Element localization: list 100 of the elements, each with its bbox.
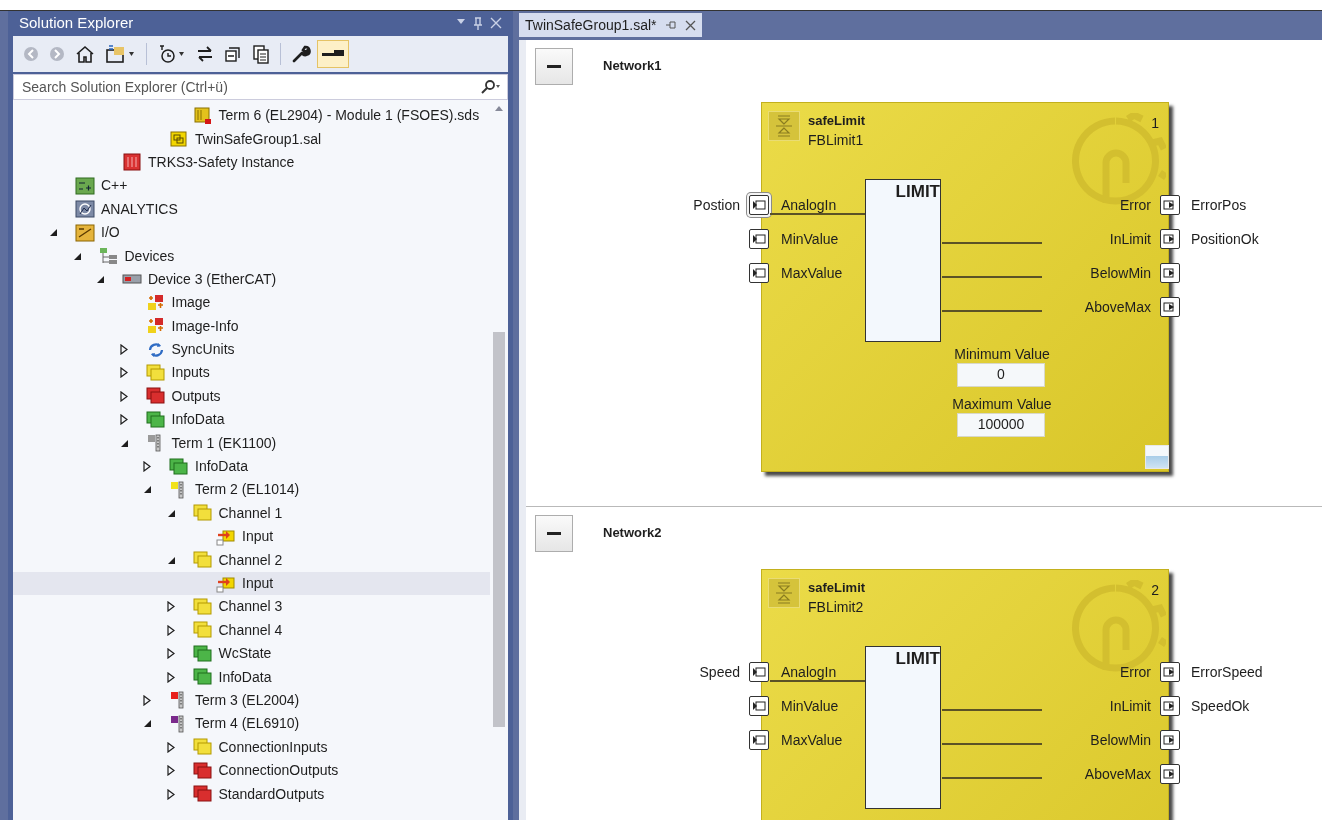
tree-item[interactable]: TwinSafeGroup1.sal (13, 127, 490, 151)
tree-item[interactable]: I/O (13, 220, 490, 245)
tree-item[interactable]: Outputs (13, 384, 490, 409)
tree-item[interactable]: Devices (13, 244, 490, 268)
analytics-icon (75, 200, 95, 219)
block-type: safeLimit (808, 579, 866, 597)
tree-item[interactable]: Channel 4 (13, 618, 490, 642)
collapsed-arrow-icon (119, 367, 128, 379)
caret-icon (177, 50, 186, 58)
tree-item[interactable]: Input (13, 571, 490, 596)
collapsed-arrow-icon (166, 624, 175, 636)
output-port-icon (1163, 700, 1177, 712)
tree-item[interactable]: ConnectionOutputs (13, 758, 490, 783)
tree-item[interactable]: Channel 2 (13, 548, 490, 572)
output-pin[interactable] (1160, 229, 1180, 249)
folder-group-icon (192, 785, 213, 803)
folder-icon (105, 44, 127, 64)
image-process-icon (145, 317, 166, 336)
preview-pane-button[interactable] (317, 40, 349, 68)
folder-group-icon (192, 668, 213, 687)
minus-icon (547, 64, 561, 69)
tree-item[interactable]: Channel 1 (13, 501, 490, 526)
input-port-icon (752, 700, 766, 712)
port-label: Error (1119, 196, 1151, 215)
function-name: LIMIT (894, 181, 940, 203)
output-pin[interactable] (1160, 662, 1180, 682)
block-instance: FBLimit1 (808, 131, 864, 150)
output-port-icon (1163, 301, 1177, 313)
tree-item[interactable]: WcState (13, 642, 490, 666)
tree-item[interactable]: ANALYTICS (13, 197, 490, 221)
tree-item[interactable]: Term 3 (EL2004) (13, 688, 490, 713)
tree-item[interactable]: Inputs (13, 361, 490, 385)
output-port-icon (1163, 768, 1177, 780)
collapsed-arrow-icon (119, 414, 128, 426)
scroll-up-icon (494, 104, 504, 112)
block-type: safeLimit (808, 112, 866, 130)
input-pin[interactable] (749, 696, 769, 716)
port-label: MinValue (781, 697, 839, 716)
tree-item[interactable]: SyncUnits (13, 337, 490, 362)
input-pin[interactable] (749, 730, 769, 750)
folder-group-icon (145, 410, 166, 429)
output-pin[interactable] (1160, 195, 1180, 215)
folder-group-icon (192, 738, 213, 757)
output-pin[interactable] (1160, 297, 1180, 317)
collapsed-arrow-icon (166, 671, 175, 683)
input-pin[interactable] (749, 195, 769, 215)
collapse-button[interactable] (535, 515, 573, 552)
clock-icon (157, 44, 177, 64)
tree-item[interactable]: Channel 3 (13, 595, 490, 619)
tree-item[interactable]: Input (13, 525, 490, 549)
tree-item[interactable]: InfoData (13, 454, 490, 479)
port-label: MaxValue (781, 264, 843, 283)
tree-item[interactable]: Device 3 (EtherCAT) (13, 267, 490, 292)
tree-item[interactable]: InfoData (13, 665, 490, 689)
wrench-icon (291, 44, 311, 64)
output-pin[interactable] (1160, 764, 1180, 784)
image-process-icon (145, 293, 166, 312)
output-pin[interactable] (1160, 263, 1180, 283)
collapse-button[interactable] (535, 48, 573, 85)
expanded-arrow-icon (96, 274, 105, 284)
input-port-icon (752, 199, 766, 211)
parameter-field[interactable]: 0 (957, 363, 1045, 387)
collapsed-arrow-icon (166, 765, 175, 777)
collapsed-arrow-icon (166, 601, 175, 613)
tree-item[interactable]: C++ (13, 174, 490, 198)
folder-group-icon (192, 551, 213, 570)
output-pin[interactable] (1160, 696, 1180, 716)
tree-item[interactable]: Term 4 (EL6910) (13, 712, 490, 736)
parameter-field[interactable]: 100000 (957, 413, 1045, 437)
tree-item[interactable]: InfoData (13, 408, 490, 432)
network-title: Network1 (603, 57, 662, 75)
block-number: 2 (1151, 581, 1159, 600)
input-pin[interactable] (749, 263, 769, 283)
expanded-arrow-icon (49, 228, 58, 238)
scrollbar-thumb[interactable] (493, 332, 505, 727)
safety-instance-icon (122, 153, 142, 172)
tree-item[interactable]: StandardOutputs (13, 782, 490, 806)
output-port-icon (1163, 666, 1177, 678)
input-pin[interactable] (749, 229, 769, 249)
input-variable-icon (216, 574, 236, 593)
back-icon (23, 46, 39, 62)
variable-label: Postion (693, 196, 740, 215)
input-pin[interactable] (749, 662, 769, 682)
tree-item[interactable]: Image-Info (13, 314, 490, 338)
tree-item[interactable]: Term 6 (EL2904) - Module 1 (FSOES).sds (13, 104, 490, 128)
tree-item[interactable]: TRKS3-Safety Instance (13, 150, 490, 175)
tree-item[interactable]: Term 2 (EL1014) (13, 478, 490, 502)
output-pin[interactable] (1160, 730, 1180, 750)
port-label: InLimit (1109, 230, 1151, 249)
copy-pages-icon (252, 44, 270, 64)
parameter-label: Maximum Value (951, 395, 1053, 414)
close-icon (490, 16, 502, 29)
tree-item[interactable]: Image (13, 291, 490, 315)
document-tab[interactable]: TwinSafeGroup1.sal* (519, 13, 702, 37)
search-icon (479, 79, 501, 95)
folder-group-icon (192, 621, 213, 640)
tree-item[interactable]: ConnectionInputs (13, 735, 490, 759)
tree-item[interactable]: Term 1 (EK1100) (13, 431, 490, 455)
pin-icon (472, 16, 484, 31)
block-instance: FBLimit2 (808, 598, 864, 617)
